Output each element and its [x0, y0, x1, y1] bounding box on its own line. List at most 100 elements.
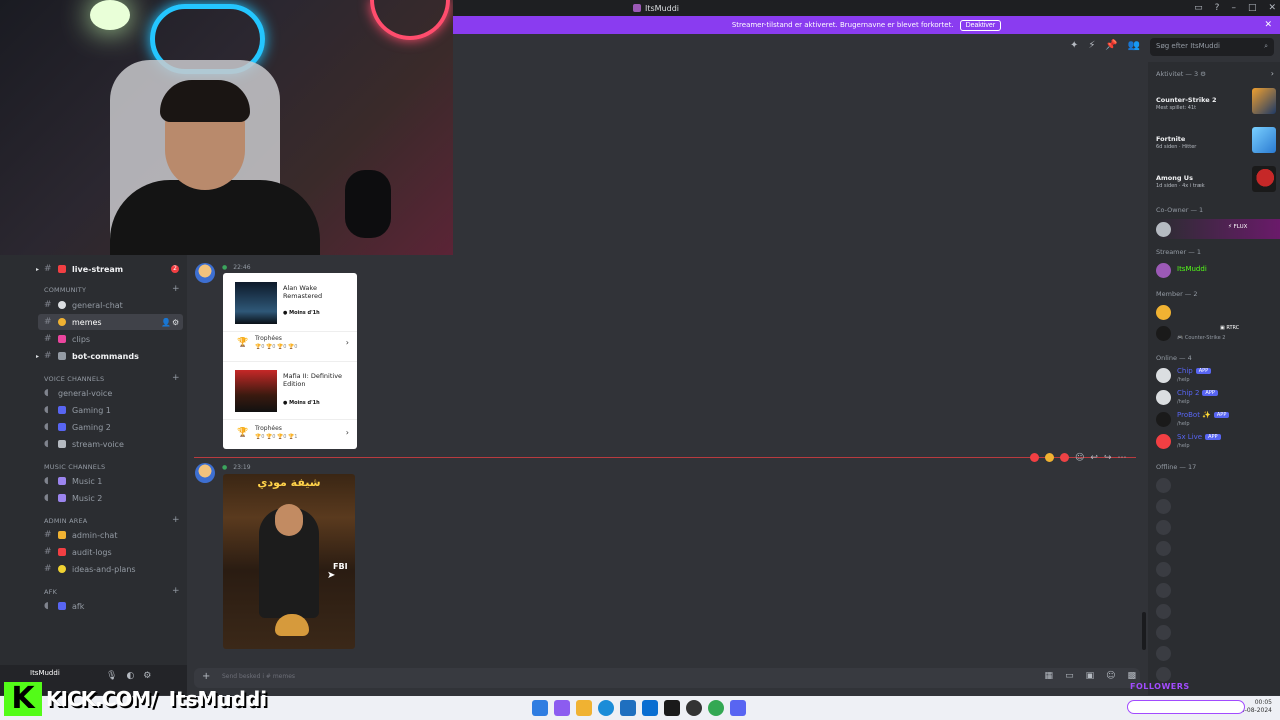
member-item[interactable]: ▣ RTRC 🎮 Counter-Strike 2 [1156, 323, 1280, 343]
chat-scrollbar[interactable] [1142, 612, 1146, 650]
offline-avatar[interactable] [1156, 604, 1171, 619]
chrome-icon[interactable] [708, 700, 724, 716]
pins-icon[interactable]: 📌 [1105, 40, 1117, 51]
attach-plus-icon[interactable]: + [202, 671, 210, 682]
user-settings-gear-icon[interactable]: ⚙ [143, 671, 151, 681]
offline-avatar[interactable] [1156, 499, 1171, 514]
category-community[interactable]: COMMUNITY [44, 286, 86, 294]
voice-stream[interactable]: ◖ stream-voice [0, 436, 187, 452]
channel-admin-chat[interactable]: # admin-chat [0, 527, 187, 543]
search-input[interactable]: Søg efter ItsMuddi ⌕ [1150, 38, 1274, 56]
inbox-icon[interactable]: ▭ [1194, 3, 1203, 13]
voice-controls: 🎙 ◐ ⚙ [106, 671, 151, 681]
voice-afk[interactable]: ◖ afk [0, 598, 187, 614]
gif-icon[interactable]: ▭ [1065, 671, 1074, 681]
add-channel-icon[interactable]: + [172, 373, 180, 383]
voice-gaming-2[interactable]: ◖ Gaming 2 [0, 419, 187, 435]
offline-avatar[interactable] [1156, 667, 1171, 682]
category-voice-channels[interactable]: VOICE CHANNELS [44, 375, 104, 383]
category-music-channels[interactable]: MUSIC CHANNELS [44, 463, 105, 471]
channel-header-tools: ✦ ⚡ 📌 👥 [1070, 40, 1140, 51]
start-icon[interactable] [532, 700, 548, 716]
member-item[interactable] [1156, 302, 1280, 322]
laugh-reaction-icon[interactable] [1045, 453, 1054, 462]
offline-avatar[interactable] [1156, 625, 1171, 640]
activity-item[interactable]: Fortnite 6d siden · Hitter [1156, 127, 1276, 161]
help-icon[interactable]: ? [1215, 3, 1220, 13]
discord-icon[interactable] [730, 700, 746, 716]
headphones-icon[interactable]: ◐ [126, 671, 134, 681]
member-streamer[interactable]: ItsMuddi [1156, 260, 1280, 280]
channel-general-chat[interactable]: # general-chat [0, 297, 187, 313]
channel-memes[interactable]: # memes 👤 ⚙ [38, 314, 183, 330]
notifications-icon[interactable]: ⚡ [1088, 40, 1095, 51]
obs-icon[interactable] [686, 700, 702, 716]
offline-avatar[interactable] [1156, 562, 1171, 577]
forward-icon[interactable]: ↪ [1104, 453, 1112, 463]
more-icon[interactable]: ⋯ [1117, 453, 1126, 463]
gift-icon[interactable]: ▦ [1045, 671, 1054, 681]
offline-avatar[interactable] [1156, 583, 1171, 598]
game-row: Mafia II: Definitive Edition ● Moins d'1… [235, 370, 351, 412]
member-co-owner[interactable]: ⚡ FLUX [1156, 219, 1280, 239]
streamer-mode-banner: Streamer-tilstand er aktiveret. Brugerna… [453, 16, 1280, 34]
store-icon[interactable] [620, 700, 636, 716]
add-channel-icon[interactable]: + [172, 515, 180, 525]
member-bot[interactable]: Chip APP /help [1156, 365, 1280, 385]
member-list: Aktivitet — 3 ⚙ › Counter-Strike 2 Mest … [1148, 62, 1280, 695]
voice-music-1[interactable]: ◖ Music 1 [0, 473, 187, 489]
reply-icon[interactable]: ↩ [1090, 453, 1098, 463]
offline-avatar[interactable] [1156, 520, 1171, 535]
offline-avatar[interactable] [1156, 541, 1171, 556]
channel-bot-commands[interactable]: ▸ # bot-commands [0, 348, 187, 364]
member-list-icon[interactable]: 👥 [1128, 40, 1140, 51]
invite-icon[interactable]: 👤 [161, 318, 171, 327]
avatar[interactable] [195, 463, 215, 483]
voice-gaming-1[interactable]: ◖ Gaming 1 [0, 402, 187, 418]
add-reaction-icon[interactable]: ☺ [1075, 453, 1084, 463]
trophy-card-image[interactable]: Alan Wake Remastered ● Moins d'1h 🏆 Trop… [223, 273, 357, 449]
emoji-icon[interactable]: ☺ [1106, 671, 1115, 681]
category-afk[interactable]: AFK [44, 588, 57, 596]
activity-item[interactable]: Among Us 1d siden · 4x i træk [1156, 166, 1276, 200]
copilot-icon[interactable] [554, 700, 570, 716]
chevron-right-icon[interactable]: › [1271, 69, 1274, 78]
threads-icon[interactable]: ✦ [1070, 40, 1078, 51]
close-banner-icon[interactable]: ✕ [1264, 20, 1272, 30]
sticker-icon[interactable]: ▣ [1086, 671, 1095, 681]
add-channel-icon[interactable]: + [172, 284, 180, 294]
edge-icon[interactable] [598, 700, 614, 716]
member-bot[interactable]: Chip 2 APP /help [1156, 387, 1280, 407]
minimize-button[interactable]: – [1231, 3, 1236, 13]
channel-audit-logs[interactable]: # audit-logs [0, 544, 187, 560]
user-name[interactable]: ItsMuddi [30, 669, 60, 677]
burger-image-attachment[interactable]: شيفة مودي FBI [223, 474, 355, 649]
apps-icon[interactable]: ▩ [1127, 671, 1136, 681]
channel-ideas-and-plans[interactable]: # ideas-and-plans [0, 561, 187, 577]
channel-live-stream[interactable]: ▸ # live-stream 2 [0, 261, 187, 277]
heart-reaction-icon[interactable] [1030, 453, 1039, 462]
category-admin-area[interactable]: ADMIN AREA [44, 517, 87, 525]
message-composer[interactable]: + Send besked i # memes ▦ ▭ ▣ ☺ ▩ [194, 668, 1140, 688]
mic-icon[interactable]: 🎙 [106, 671, 117, 681]
close-window-button[interactable]: ✕ [1268, 3, 1276, 13]
activity-item[interactable]: Counter-Strike 2 Mest spillet: 41t [1156, 88, 1276, 122]
outlook-icon[interactable] [642, 700, 658, 716]
add-channel-icon[interactable]: + [172, 586, 180, 596]
reaction-icon[interactable] [1060, 453, 1069, 462]
channel-clips[interactable]: # clips [0, 331, 187, 347]
member-bot[interactable]: ProBot ✨ APP /help [1156, 409, 1280, 429]
voice-music-2[interactable]: ◖ Music 2 [0, 490, 187, 506]
offline-avatar[interactable] [1156, 646, 1171, 661]
capcut-icon[interactable] [664, 700, 680, 716]
gear-icon[interactable]: ⚙ [172, 318, 179, 327]
offline-avatar[interactable] [1156, 478, 1171, 493]
file-explorer-icon[interactable] [576, 700, 592, 716]
deactivate-button[interactable]: Deaktiver [959, 19, 1002, 31]
channel-name: ideas-and-plans [72, 564, 136, 574]
maximize-button[interactable]: □ [1248, 3, 1257, 13]
voice-general[interactable]: ◖ general-voice [0, 385, 187, 401]
member-bot[interactable]: Sx Live APP /help [1156, 431, 1280, 451]
avatar[interactable] [195, 263, 215, 283]
member-status: 🎮 Counter-Strike 2 [1177, 335, 1226, 341]
